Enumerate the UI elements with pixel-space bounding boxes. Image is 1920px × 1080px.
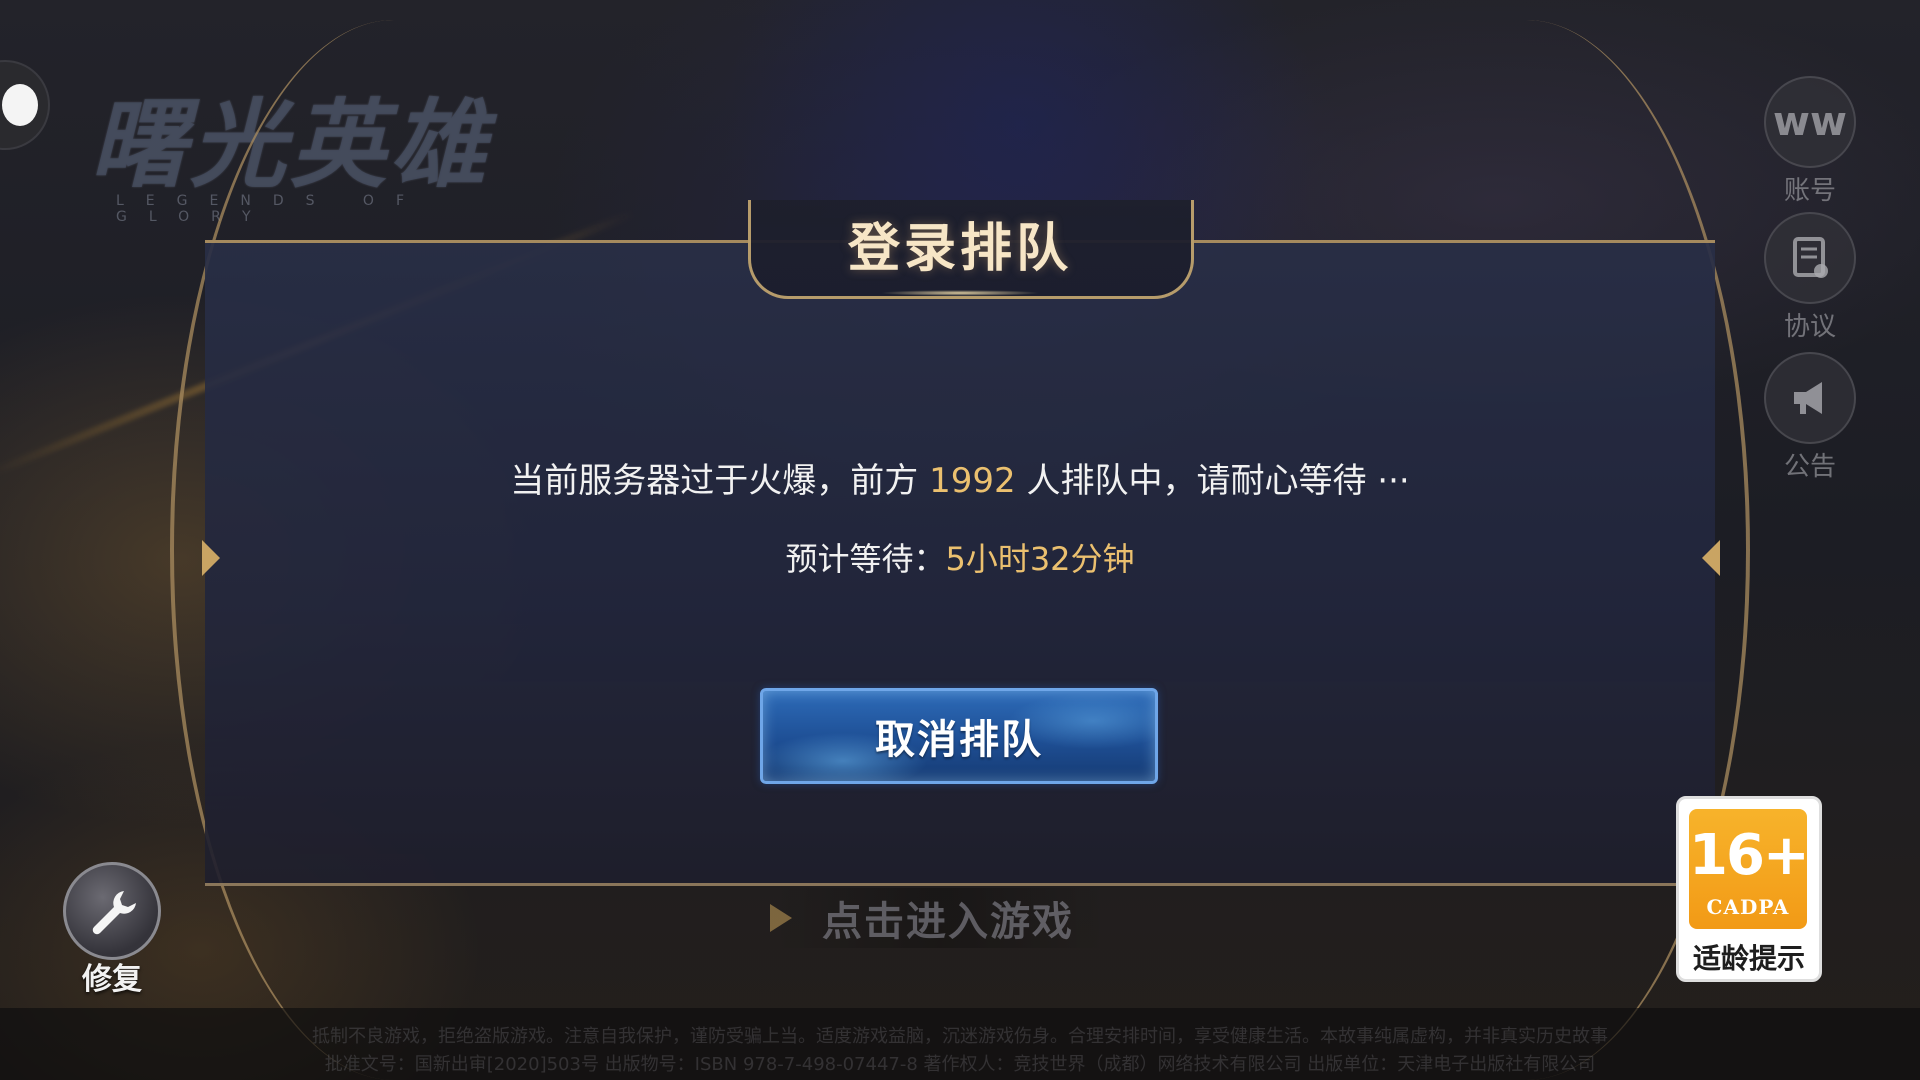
cancel-queue-button[interactable]: 取消排队 (760, 688, 1158, 784)
agreement-label: 协议 (1783, 312, 1836, 342)
account-label: 账号 (1783, 176, 1836, 206)
queue-message: 当前服务器过于火爆，前方 1992 人排队中，请耐心等待 ··· (0, 453, 1920, 502)
footer-health-notice: 抵制不良游戏，拒绝盗版游戏。注意自我保护，谨防受骗上当。适度游戏益脑，沉迷游戏伤… (312, 1026, 1608, 1047)
queue-message-suffix: 人排队中，请耐心等待 ··· (1015, 461, 1410, 501)
play-arrow-icon (770, 904, 792, 932)
wrench-icon (63, 862, 161, 960)
estimated-wait: 预计等待：5小时32分钟 (0, 534, 1920, 580)
queue-message-prefix: 当前服务器过于火爆，前方 (510, 461, 930, 501)
announcement-label: 公告 (1783, 452, 1836, 482)
footer-publication-info: 批准文号：国新出审[2020]503号 出版物号：ISBN 978-7-498-… (324, 1054, 1596, 1075)
repair-label: 修复 (82, 962, 142, 997)
account-button[interactable]: ww 账号 (1760, 76, 1860, 207)
age-rating-org: CADPA (1706, 895, 1790, 919)
wait-value: 5小时32分钟 (945, 540, 1135, 578)
enter-game-button[interactable]: 点击进入游戏 (770, 888, 1110, 948)
age-rating-badge[interactable]: 16+ CADPA 适龄提示 (1676, 796, 1822, 982)
announcement-icon (1764, 352, 1856, 444)
wait-label: 预计等待： (785, 540, 946, 578)
announcement-button[interactable]: 公告 (1760, 352, 1860, 483)
agreement-icon (1764, 212, 1856, 304)
age-rating-label: 适龄提示 (1692, 942, 1805, 975)
repair-button[interactable]: 修复 (62, 862, 162, 998)
enter-game-label: 点击进入游戏 (822, 899, 1074, 945)
legal-footer: 抵制不良游戏，拒绝盗版游戏。注意自我保护，谨防受骗上当。适度游戏益脑，沉迷游戏伤… (0, 1008, 1920, 1080)
age-rating-number: 16+ (1689, 823, 1810, 888)
dialog-title: 登录排队 (847, 219, 1072, 279)
age-rating-panel: 16+ CADPA (1689, 809, 1810, 929)
agreement-button[interactable]: 协议 (1760, 212, 1860, 343)
toggle-knob (2, 84, 38, 126)
title-tab-glow (880, 290, 1040, 296)
queue-count: 1992 (929, 461, 1016, 501)
account-icon: ww (1764, 76, 1856, 168)
